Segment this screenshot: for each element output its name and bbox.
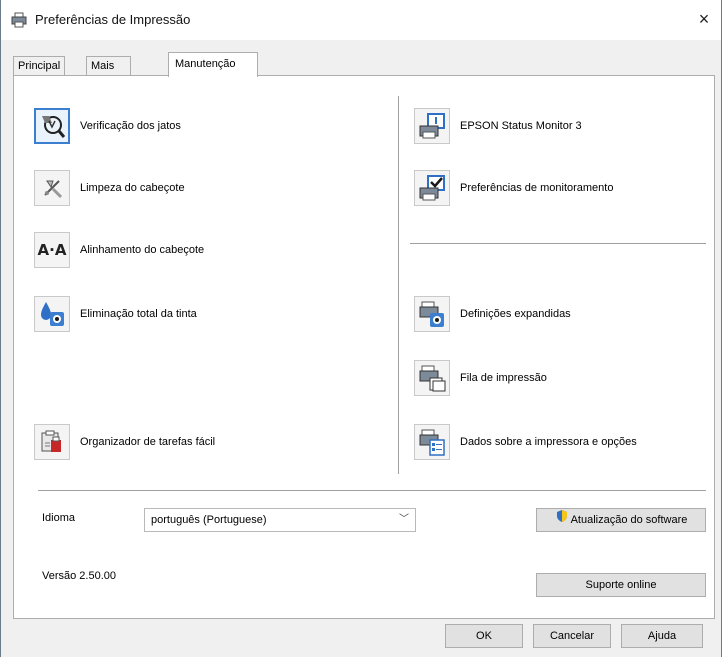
help-button[interactable]: Ajuda <box>621 624 703 648</box>
column-divider <box>398 96 399 474</box>
nozzle-check-label: Verificação dos jatos <box>80 120 181 132</box>
status-monitor-label: EPSON Status Monitor 3 <box>460 120 582 132</box>
ink-flush-button[interactable]: Eliminação total da tinta <box>34 296 197 332</box>
ink-flush-label: Eliminação total da tinta <box>80 308 197 320</box>
head-cleaning-button[interactable]: Limpeza do cabeçote <box>34 170 185 206</box>
print-preferences-window: Preferências de Impressão × Principal Ma… <box>0 0 722 657</box>
print-queue-button[interactable]: Fila de impressão <box>414 360 547 396</box>
chevron-down-icon: ﹀ <box>399 514 409 525</box>
software-update-label: Atualização do software <box>570 514 688 526</box>
job-arranger-button[interactable]: Organizador de tarefas fácil <box>34 424 215 460</box>
nozzle-check-icon <box>34 108 70 144</box>
monitoring-preferences-button[interactable]: Preferências de monitoramento <box>414 170 613 206</box>
shield-icon <box>555 509 569 531</box>
tab-principal[interactable]: Principal <box>13 56 66 76</box>
nozzle-check-button[interactable]: Verificação dos jatos <box>34 108 181 144</box>
job-arranger-icon <box>34 424 70 460</box>
settings-separator <box>38 490 706 491</box>
head-alignment-icon-text: A·A <box>37 241 67 259</box>
tab-manutencao[interactable]: Manutenção <box>168 52 258 77</box>
maintenance-panel: Verificação dos jatos Limpeza do cabeçot… <box>13 75 715 619</box>
version-text: Versão 2.50.00 <box>42 570 117 582</box>
print-queue-icon <box>414 360 450 396</box>
print-queue-label: Fila de impressão <box>460 372 547 384</box>
head-cleaning-label: Limpeza do cabeçote <box>80 182 185 194</box>
head-alignment-label: Alinhamento do cabeçote <box>80 244 205 256</box>
monitoring-preferences-label: Preferências de monitoramento <box>460 182 614 194</box>
printer-info-label: Dados sobre a impressora e opções <box>460 436 637 448</box>
close-button[interactable]: × <box>693 8 715 32</box>
extended-settings-icon <box>414 296 450 332</box>
head-alignment-button[interactable]: A·A Alinhamento do cabeçote <box>34 232 204 268</box>
printer-info-icon <box>414 424 450 460</box>
monitoring-preferences-icon <box>414 170 450 206</box>
head-alignment-icon: A·A <box>34 232 70 268</box>
job-arranger-label: Organizador de tarefas fácil <box>80 436 216 448</box>
status-monitor-icon <box>414 108 450 144</box>
window-title: Preferências de Impressão <box>35 12 191 27</box>
language-value: português (Portuguese) <box>151 514 267 526</box>
extended-settings-label: Definições expandidas <box>460 308 571 320</box>
ok-button[interactable]: OK <box>445 624 523 648</box>
tab-mais-opcoes[interactable]: Mais opções <box>86 56 132 90</box>
right-column-separator <box>410 243 706 244</box>
software-update-button[interactable]: Atualização do software <box>536 508 706 532</box>
extended-settings-button[interactable]: Definições expandidas <box>414 296 571 332</box>
cancel-button[interactable]: Cancelar <box>533 624 611 648</box>
title-bar: Preferências de Impressão × <box>1 0 721 40</box>
status-monitor-button[interactable]: EPSON Status Monitor 3 <box>414 108 582 144</box>
online-support-button[interactable]: Suporte online <box>536 573 706 597</box>
ink-flush-icon <box>34 296 70 332</box>
language-dropdown[interactable]: português (Portuguese) ﹀ <box>144 508 416 532</box>
printer-info-button[interactable]: Dados sobre a impressora e opções <box>414 424 637 460</box>
language-label: Idioma <box>42 512 76 524</box>
printer-icon <box>11 12 27 28</box>
head-cleaning-icon <box>34 170 70 206</box>
